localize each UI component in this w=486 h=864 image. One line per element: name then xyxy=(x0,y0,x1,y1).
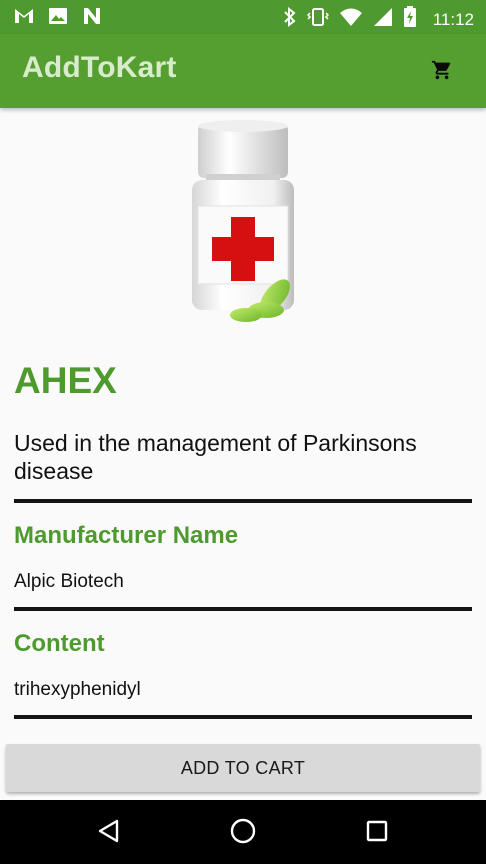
divider xyxy=(14,499,472,503)
recents-icon xyxy=(365,819,389,848)
status-time: 11:12 xyxy=(432,9,474,29)
product-name: AHEX xyxy=(14,360,117,401)
bluetooth-icon xyxy=(283,6,297,32)
divider xyxy=(14,715,472,719)
n-app-icon xyxy=(82,7,102,30)
recents-button[interactable] xyxy=(362,818,392,848)
app-bar: AddToKart xyxy=(0,34,486,108)
wifi-icon xyxy=(339,7,363,32)
shopping-cart-icon xyxy=(431,59,453,86)
gallery-icon xyxy=(48,7,68,30)
content-label: Content xyxy=(14,630,105,657)
status-bar: 11:12 xyxy=(0,0,486,34)
divider xyxy=(14,607,472,611)
medicine-bottle-icon xyxy=(180,120,306,332)
signal-icon xyxy=(373,7,393,32)
cart-button[interactable] xyxy=(428,58,456,86)
manufacturer-value: Alpic Biotech xyxy=(14,571,124,592)
content-value: trihexyphenidyl xyxy=(14,679,141,700)
gmail-icon xyxy=(14,7,34,30)
back-button[interactable] xyxy=(94,818,124,848)
manufacturer-label: Manufacturer Name xyxy=(14,522,239,549)
product-description: Used in the management of Parkinsons dis… xyxy=(14,430,417,484)
home-icon xyxy=(229,817,257,850)
product-detail-screen: 11:12 AddToKart AHEX Used in the managem… xyxy=(0,0,486,864)
app-title: AddToKart xyxy=(22,51,177,84)
battery-charging-icon xyxy=(403,6,417,33)
navigation-bar xyxy=(0,800,486,864)
home-button[interactable] xyxy=(228,818,258,848)
back-icon xyxy=(96,818,122,849)
product-image xyxy=(180,118,306,328)
vibrate-icon xyxy=(306,7,329,32)
add-to-cart-button[interactable]: ADD TO CART xyxy=(6,744,480,792)
